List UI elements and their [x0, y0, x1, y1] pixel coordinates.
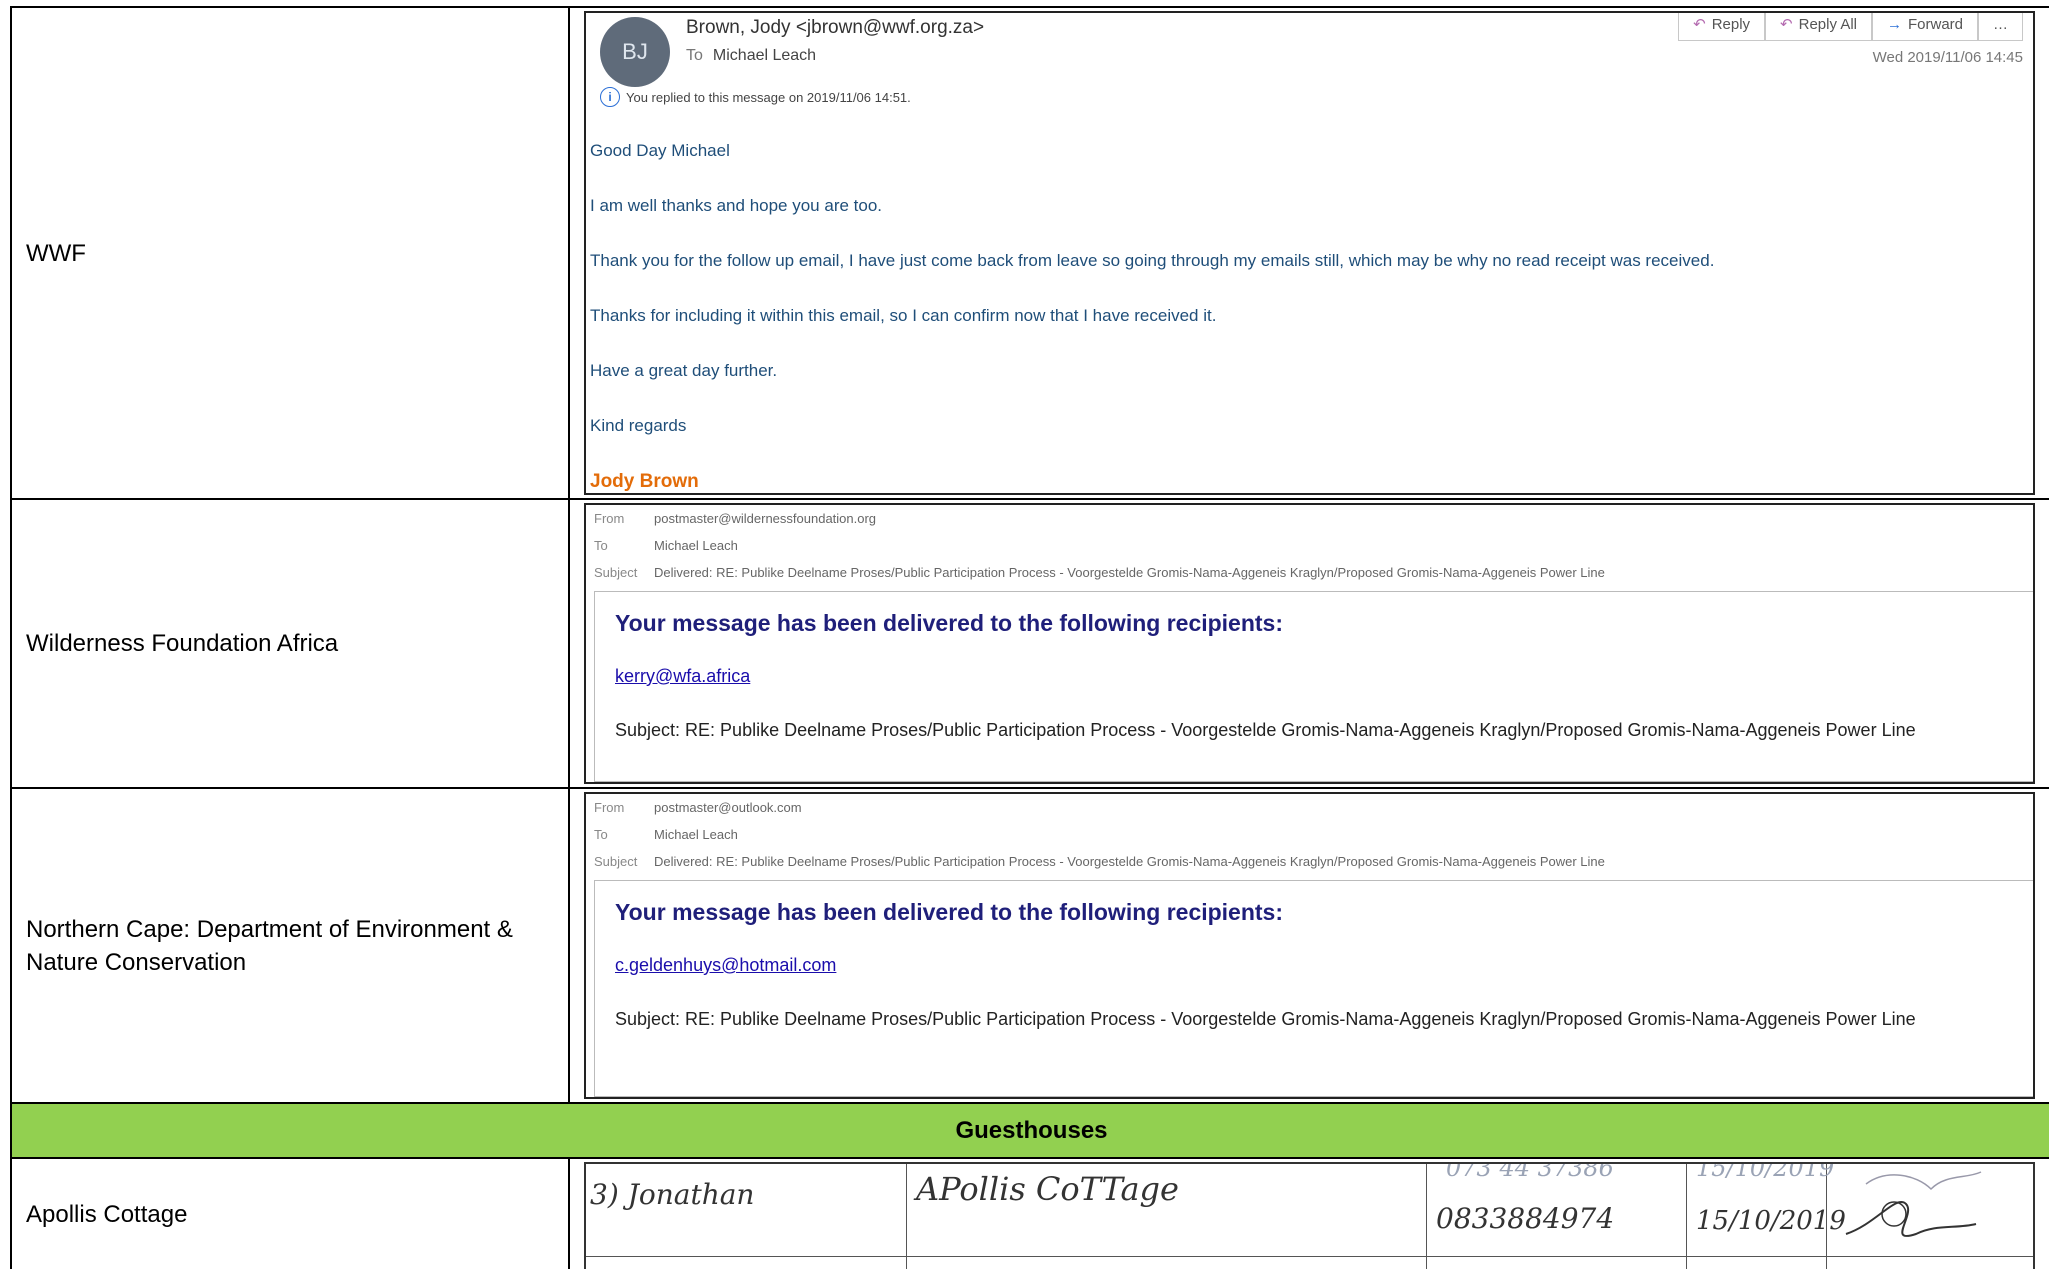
delivery-title: Your message has been delivered to the f…: [615, 610, 1284, 636]
more-button[interactable]: …: [1978, 13, 2023, 41]
forward-icon: →: [1886, 15, 1902, 33]
delivery-title: Your message has been delivered to the f…: [615, 899, 1284, 925]
row-label: Apollis Cottage: [12, 1159, 570, 1269]
hw-phone: 0833884974: [1436, 1202, 1615, 1235]
hw-name: 3) Jonathan: [590, 1178, 755, 1211]
handwritten-register: 073 44 37386 15/10/2019 3) Jonathan APol…: [584, 1162, 2035, 1269]
faint-phone: 073 44 37386: [1446, 1162, 1614, 1182]
avatar: BJ: [600, 17, 670, 87]
header-subject: Subject Delivered: RE: Publike Deelname P…: [594, 565, 1605, 580]
hw-date: 15/10/2019: [1696, 1206, 1846, 1236]
stakeholder-table: WWF BJ Brown, Jody <jbrown@wwf.org.za> T…: [10, 6, 2049, 1269]
delivery-subject: Subject: RE: Publike Deelname Proses/Pub…: [615, 720, 1916, 740]
email-screenshot: BJ Brown, Jody <jbrown@wwf.org.za> To Mic…: [584, 11, 2035, 495]
email-line: Thanks for including it within this emai…: [590, 306, 1217, 325]
recipient-link[interactable]: c.geldenhuys@hotmail.com: [615, 955, 836, 976]
reply-button[interactable]: ↶ Reply: [1678, 13, 1766, 41]
reply-info: i You replied to this message on 2019/11/…: [600, 87, 911, 107]
signature-icon: [1845, 1171, 1982, 1237]
email-line: Good Day Michael: [590, 141, 730, 160]
header-to: To Michael Leach: [594, 538, 738, 553]
delivery-body: Your message has been delivered to the f…: [594, 591, 2033, 782]
delivery-subject: Subject: RE: Publike Deelname Proses/Pub…: [615, 1009, 1916, 1029]
email-line: I am well thanks and hope you are too.: [590, 196, 883, 215]
faint-date: 15/10/2019: [1696, 1162, 1835, 1182]
email-line: Kind regards: [590, 416, 687, 435]
delivery-body: Your message has been delivered to the f…: [594, 880, 2033, 1097]
header-to: To Michael Leach: [594, 827, 738, 842]
header-from: From postmaster@outlook.com: [594, 800, 802, 815]
info-icon: i: [600, 87, 620, 107]
recipient-link[interactable]: kerry@wfa.africa: [615, 666, 750, 687]
header-subject: Subject Delivered: RE: Publike Deelname P…: [594, 854, 1605, 869]
row-label: Northern Cape: Department of Environment…: [12, 789, 570, 1102]
email-actions: ↶ Reply ↶ Reply All → Forward …: [1678, 13, 2023, 41]
email-line: Thank you for the follow up email, I hav…: [590, 251, 1715, 270]
delivery-screenshot: From postmaster@wildernessfoundation.org …: [584, 503, 2035, 784]
header-from: From postmaster@wildernessfoundation.org: [594, 511, 877, 526]
forward-button[interactable]: → Forward: [1871, 13, 1978, 41]
email-date: Wed 2019/11/06 14:45: [1872, 49, 2023, 66]
reply-all-button[interactable]: ↶ Reply All: [1765, 13, 1872, 41]
table-row: WWF BJ Brown, Jody <jbrown@wwf.org.za> T…: [12, 8, 2049, 500]
section-header: Guesthouses: [12, 1104, 2049, 1159]
hw-place: APollis CoTTage: [916, 1170, 1179, 1208]
reply-all-icon: ↶: [1780, 16, 1793, 33]
delivery-screenshot: From postmaster@outlook.com To Michael Lea…: [584, 792, 2035, 1099]
table-row: Apollis Cottage 073 44 37386 15/10/2019 …: [12, 1159, 2049, 1269]
row-label: WWF: [12, 8, 570, 498]
table-row: Northern Cape: Department of Environment…: [12, 789, 2049, 1104]
table-row: Wilderness Foundation Africa From postmas…: [12, 500, 2049, 789]
reply-icon: ↶: [1693, 16, 1706, 33]
row-label: Wilderness Foundation Africa: [12, 500, 570, 787]
email-line: Have a great day further.: [590, 361, 778, 380]
email-recipient: To Michael Leach: [686, 47, 817, 64]
email-signature: Jody Brown: [590, 471, 699, 492]
email-sender: Brown, Jody <jbrown@wwf.org.za>: [686, 17, 985, 38]
